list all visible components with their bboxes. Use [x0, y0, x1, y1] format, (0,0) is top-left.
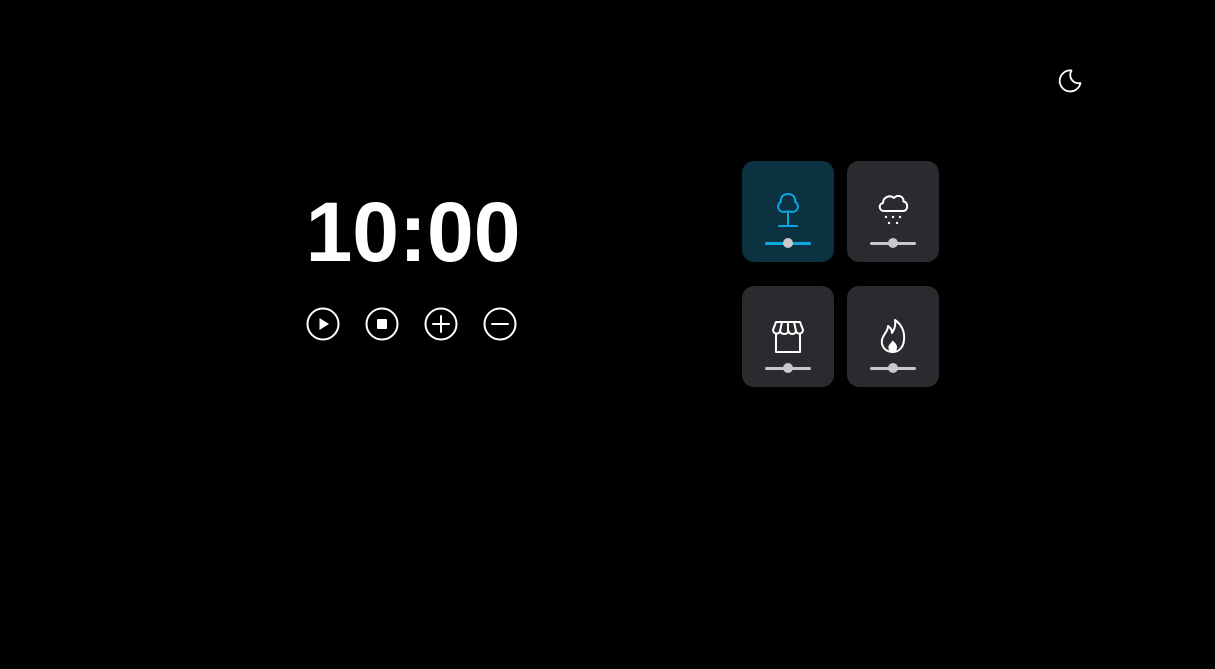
volume-slider[interactable]: [870, 363, 916, 375]
timer-display: 10:00: [305, 185, 521, 279]
slider-thumb[interactable]: [888, 238, 898, 248]
slider-thumb[interactable]: [783, 363, 793, 373]
volume-slider[interactable]: [765, 363, 811, 375]
increase-time-button[interactable]: [424, 307, 458, 341]
stop-icon: [365, 307, 399, 341]
timer-controls: [306, 307, 517, 341]
app-root: 10:00: [0, 0, 1215, 669]
sound-tile-forest[interactable]: [742, 161, 834, 262]
snow-cloud-icon: [878, 194, 909, 225]
play-button[interactable]: [306, 307, 340, 341]
moon-icon: [1058, 69, 1082, 93]
minus-icon: [483, 307, 517, 341]
volume-slider[interactable]: [870, 238, 916, 250]
sound-tile-fire[interactable]: [847, 286, 939, 387]
slider-thumb[interactable]: [783, 238, 793, 248]
fire-icon: [880, 319, 906, 353]
sound-tile-cafe[interactable]: [742, 286, 834, 387]
decrease-time-button[interactable]: [483, 307, 517, 341]
play-icon: [306, 307, 340, 341]
timer-panel: 10:00: [300, 186, 526, 278]
sound-grid: [742, 161, 939, 387]
tree-icon: [777, 193, 799, 227]
slider-thumb[interactable]: [888, 363, 898, 373]
plus-icon: [424, 307, 458, 341]
sound-tile-snow[interactable]: [847, 161, 939, 262]
theme-toggle-button[interactable]: [1056, 67, 1084, 95]
stop-button[interactable]: [365, 307, 399, 341]
store-icon: [772, 321, 804, 353]
volume-slider[interactable]: [765, 238, 811, 250]
